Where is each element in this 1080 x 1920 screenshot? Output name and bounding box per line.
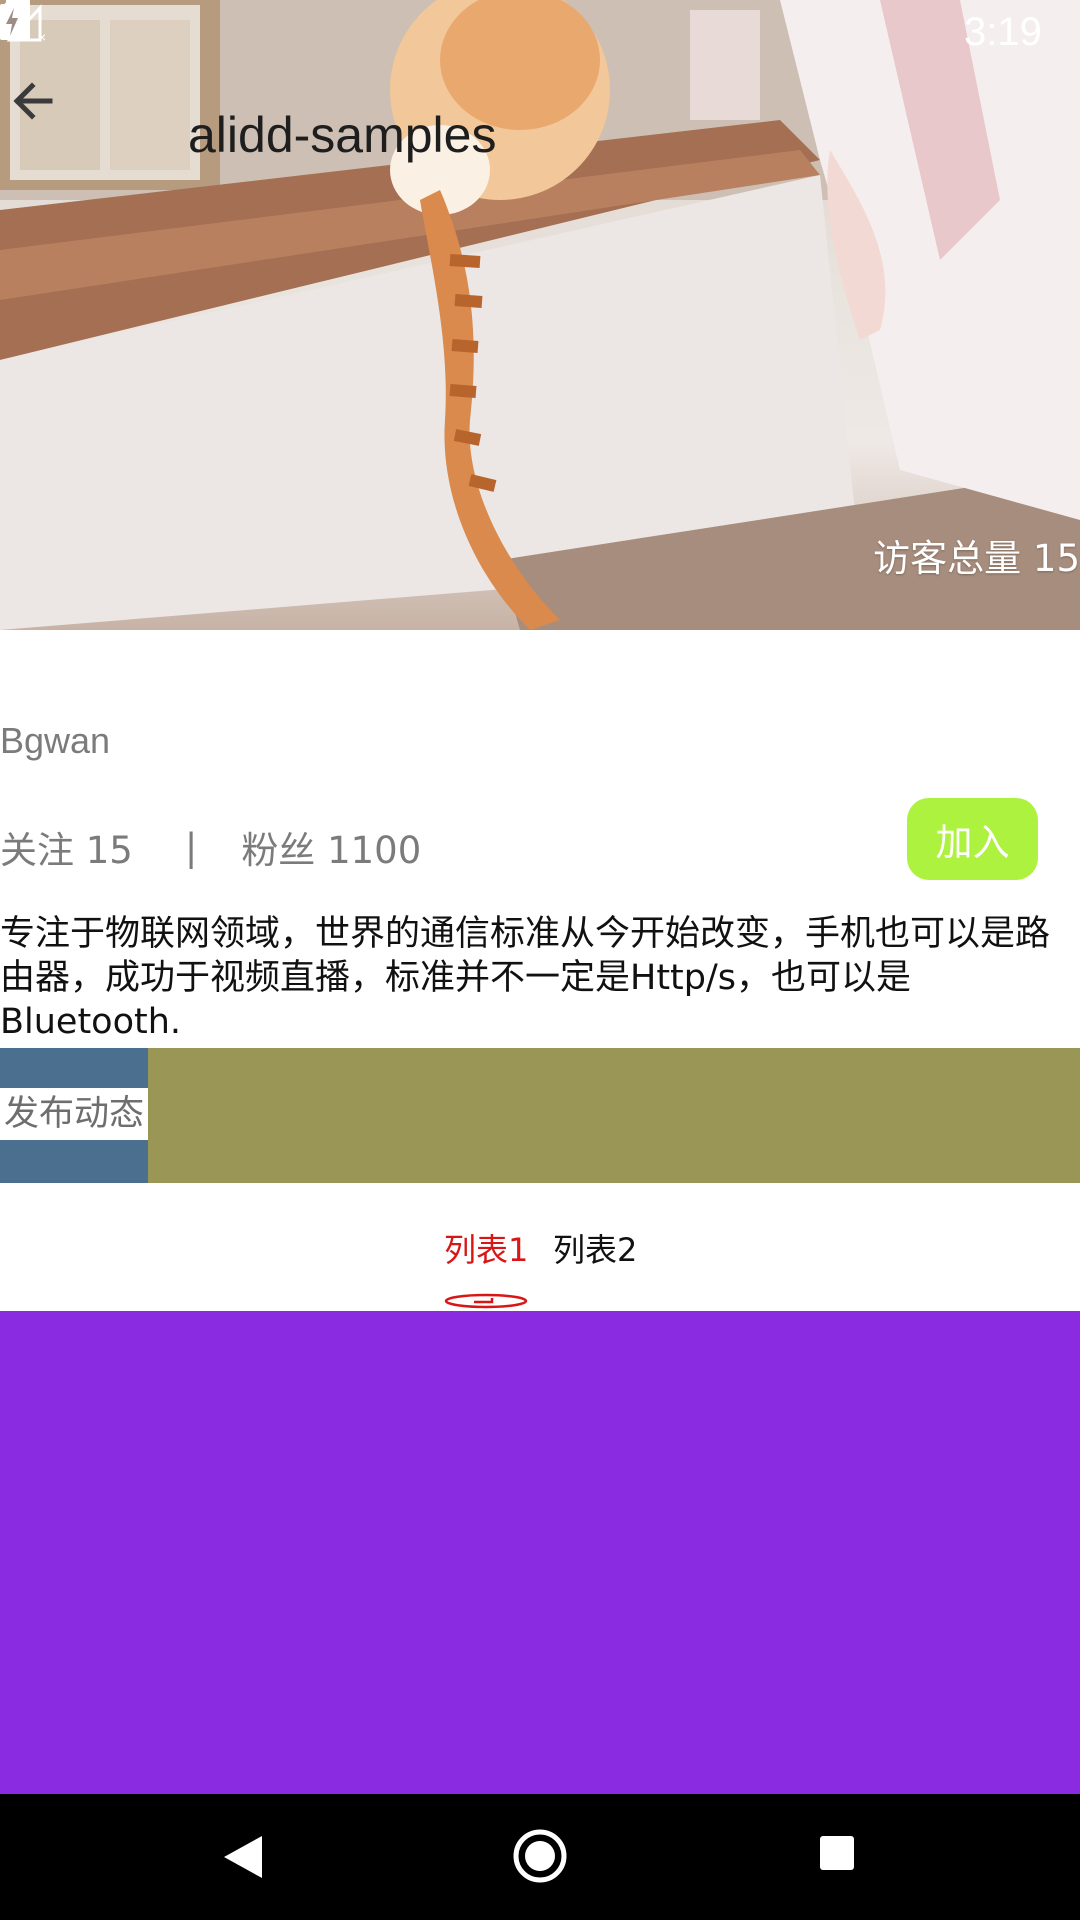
back-triangle-icon[interactable]: [222, 1834, 264, 1880]
publish-bar: 发布动态: [0, 1048, 1080, 1183]
follow-stats: 关注 15 | 粉丝 1100: [0, 820, 421, 874]
system-nav-bar: [0, 1794, 1080, 1920]
profile-description: 专注于物联网领域，世界的通信标准从今开始改变，手机也可以是路由器，成功于视频直播…: [0, 914, 1051, 1042]
header-image: LTE × 3:19 alidd-samples 访客总量 15: [0, 0, 1080, 630]
tab-indicator-icon: [444, 1293, 528, 1309]
screen: LTE × 3:19 alidd-samples 访客总量 15 Bgwan 关…: [0, 0, 1080, 1920]
back-arrow-icon[interactable]: [0, 66, 70, 136]
stats-separator: |: [184, 825, 198, 869]
svg-text:×: ×: [38, 29, 46, 42]
app-toolbar: alidd-samples: [0, 66, 1080, 206]
following-count[interactable]: 关注 15: [0, 820, 133, 874]
tab-bar: 列表1 列表2: [0, 1183, 1080, 1311]
tab-list-2[interactable]: 列表2: [553, 1225, 637, 1271]
publish-post-button[interactable]: 发布动态: [0, 1088, 148, 1140]
list-content-area: [0, 1311, 1080, 1794]
recents-square-icon[interactable]: [820, 1836, 854, 1870]
app-title: alidd-samples: [188, 107, 497, 163]
followers-count[interactable]: 粉丝 1100: [241, 820, 421, 874]
visitor-count: 访客总量 15: [873, 537, 1080, 580]
tab-list-1[interactable]: 列表1: [444, 1225, 528, 1271]
username: Bgwan: [0, 720, 111, 761]
home-circle-icon[interactable]: [512, 1828, 568, 1884]
join-button[interactable]: 加入: [907, 798, 1038, 880]
status-bar: LTE × 3:19: [0, 0, 1080, 66]
battery-charging-icon: [0, 0, 24, 40]
status-time: 3:19: [964, 10, 1042, 54]
